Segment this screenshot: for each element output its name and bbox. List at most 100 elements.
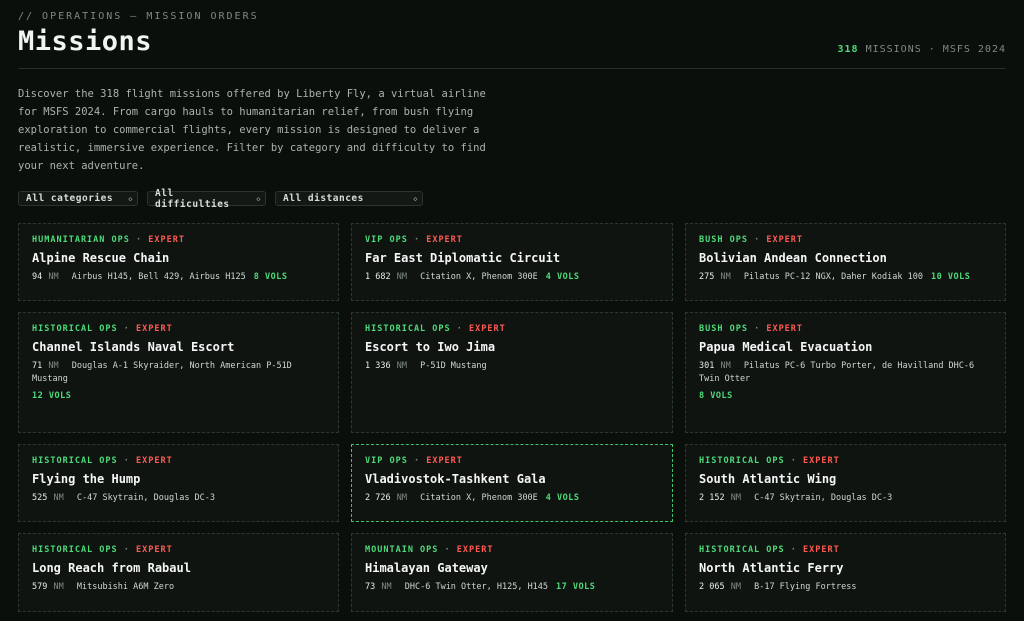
distance-unit: NM	[53, 582, 64, 592]
mission-distance: 525	[32, 493, 48, 503]
mission-aircraft: C-47 Skytrain, Douglas DC-3	[754, 493, 893, 503]
mission-meta: 301 NM Pilatus PC-6 Turbo Porter, de Hav…	[699, 360, 992, 403]
mission-category: BUSH OPS	[699, 235, 748, 245]
mission-tagline: BUSH OPS · EXPERT	[699, 235, 992, 245]
mission-aircraft: Citation X, Phenom 300E	[420, 272, 538, 282]
mission-difficulty: EXPERT	[136, 545, 173, 555]
mission-vols: 4 VOLS	[545, 493, 580, 503]
tag-separator: ·	[136, 235, 149, 245]
mission-aircraft: B-17 Flying Fortress	[754, 582, 857, 592]
mission-aircraft: Mitsubishi A6M Zero	[76, 582, 175, 592]
mission-card[interactable]: HUMANITARIAN OPS · EXPERT Alpine Rescue …	[18, 223, 339, 301]
mission-meta: 1 336 NM P-51D Mustang	[365, 360, 659, 373]
mission-vols: 8 VOLS	[699, 391, 733, 401]
mission-meta: 71 NM Douglas A-1 Skyraider, North Ameri…	[32, 360, 325, 403]
mission-meta: 2 152 NM C-47 Skytrain, Douglas DC-3	[699, 492, 992, 505]
mission-distance: 1 336	[365, 361, 391, 371]
mission-title: Long Reach from Rabaul	[32, 561, 191, 575]
distance-unit: NM	[396, 272, 407, 282]
mission-card[interactable]: BUSH OPS · EXPERT Papua Medical Evacuati…	[685, 312, 1006, 433]
mission-vols: 8 VOLS	[253, 272, 288, 282]
mission-category: HISTORICAL OPS	[32, 324, 118, 334]
mission-card[interactable]: HISTORICAL OPS · EXPERT North Atlantic F…	[685, 533, 1006, 612]
tag-separator: ·	[444, 545, 457, 555]
mission-distance: 579	[32, 582, 48, 592]
mission-title: North Atlantic Ferry	[699, 561, 844, 575]
mission-title: Papua Medical Evacuation	[699, 340, 873, 354]
distance-unit: NM	[396, 361, 407, 371]
distance-unit: NM	[396, 493, 407, 503]
difficulty-filter-select[interactable]: All difficulties ◇	[147, 188, 266, 210]
category-filter-select[interactable]: All categories ◇	[18, 191, 138, 206]
mission-distance: 2 065	[699, 582, 725, 592]
mission-tagline: HUMANITARIAN OPS · EXPERT	[32, 235, 325, 245]
mission-distance: 71	[32, 361, 43, 371]
mission-category: HISTORICAL OPS	[32, 545, 118, 555]
mission-aircraft: Citation X, Phenom 300E	[420, 493, 538, 503]
mission-title: Far East Diplomatic Circuit	[365, 251, 561, 265]
mission-meta: 1 682 NM Citation X, Phenom 300E 4 VOLS	[365, 271, 659, 284]
mission-aircraft: DHC-6 Twin Otter, H125, H145	[404, 582, 549, 592]
distance-filter-select[interactable]: All distances ◇	[275, 191, 423, 206]
distance-unit: NM	[53, 493, 64, 503]
mission-difficulty: EXPERT	[426, 235, 463, 245]
mission-card[interactable]: HISTORICAL OPS · EXPERT Channel Islands …	[18, 312, 339, 433]
mission-title: Flying the Hump	[32, 472, 141, 486]
mission-meta: 73 NM DHC-6 Twin Otter, H125, H145 17 VOL…	[365, 581, 659, 594]
mission-card[interactable]: VIP OPS · EXPERT Vladivostok-Tashkent Ga…	[351, 444, 673, 522]
mission-card[interactable]: BUSH OPS · EXPERT Bolivian Andean Connec…	[685, 223, 1006, 301]
mission-difficulty: EXPERT	[148, 235, 185, 245]
mission-card[interactable]: HISTORICAL OPS · EXPERT Long Reach from …	[18, 533, 339, 612]
intro-paragraph: Discover the 318 flight missions offered…	[18, 88, 486, 172]
mission-category: HISTORICAL OPS	[32, 456, 118, 466]
mission-aircraft: Pilatus PC-12 NGX, Daher Kodiak 100	[743, 272, 923, 282]
mission-category: MOUNTAIN OPS	[365, 545, 439, 555]
mission-card[interactable]: HISTORICAL OPS · EXPERT Escort to Iwo Ji…	[351, 312, 673, 433]
distance-unit: NM	[381, 582, 392, 592]
mission-meta: 2 726 NM Citation X, Phenom 300E 4 VOLS	[365, 492, 659, 505]
tag-separator: ·	[123, 324, 137, 334]
mission-card[interactable]: HISTORICAL OPS · EXPERT South Atlantic W…	[685, 444, 1006, 522]
tag-separator: ·	[123, 545, 137, 555]
category-filter-value: All categories	[26, 193, 114, 204]
mission-category: HISTORICAL OPS	[699, 545, 785, 555]
mission-aircraft: P-51D Mustang	[420, 361, 487, 371]
mission-vols: 12 VOLS	[32, 391, 72, 401]
distance-unit: NM	[48, 361, 59, 371]
mission-tagline: HISTORICAL OPS · EXPERT	[32, 324, 325, 334]
mission-category: VIP OPS	[365, 235, 408, 245]
mission-distance: 2 726	[365, 493, 391, 503]
mission-meta: 525 NM C-47 Skytrain, Douglas DC-3	[32, 492, 325, 505]
distance-unit: NM	[48, 272, 59, 282]
mission-stats: 318 MISSIONS · MSFS 2024	[837, 44, 1006, 55]
mission-aircraft: C-47 Skytrain, Douglas DC-3	[76, 493, 216, 503]
mission-tagline: HISTORICAL OPS · EXPERT	[32, 545, 325, 555]
mission-tagline: HISTORICAL OPS · EXPERT	[699, 456, 992, 466]
mission-card[interactable]: HISTORICAL OPS · EXPERT Flying the Hump …	[18, 444, 339, 522]
mission-difficulty: EXPERT	[766, 235, 804, 245]
mission-title: Himalayan Gateway	[365, 561, 488, 575]
tag-separator: ·	[456, 324, 470, 334]
tag-separator: ·	[790, 545, 804, 555]
mission-category: HISTORICAL OPS	[365, 324, 451, 334]
updown-chevron-icon: ◇	[256, 194, 261, 203]
tag-separator: ·	[413, 235, 427, 245]
mission-difficulty: EXPERT	[136, 456, 173, 466]
updown-chevron-icon: ◇	[128, 194, 133, 203]
mission-aircraft: Douglas A-1 Skyraider, North American P-…	[32, 361, 292, 384]
mission-category: HUMANITARIAN OPS	[32, 235, 130, 245]
mission-card[interactable]: MOUNTAIN OPS · EXPERT Himalayan Gateway …	[351, 533, 673, 612]
tag-separator: ·	[790, 456, 804, 466]
filter-bar: All categories ◇ All difficulties ◇ All …	[18, 188, 423, 210]
mission-card[interactable]: VIP OPS · EXPERT Far East Diplomatic Cir…	[351, 223, 673, 301]
mission-meta: 2 065 NM B-17 Flying Fortress	[699, 581, 992, 594]
distance-unit: NM	[720, 361, 731, 371]
section-eyebrow: // OPERATIONS — MISSION ORDERS	[18, 11, 259, 22]
mission-count: 318	[837, 44, 859, 55]
mission-aircraft: Pilatus PC-6 Turbo Porter, de Havilland …	[699, 361, 975, 384]
distance-filter-value: All distances	[283, 193, 364, 204]
mission-category: HISTORICAL OPS	[699, 456, 785, 466]
mission-tagline: VIP OPS · EXPERT	[365, 456, 659, 466]
mission-distance: 2 152	[699, 493, 725, 503]
mission-tagline: MOUNTAIN OPS · EXPERT	[365, 545, 659, 555]
